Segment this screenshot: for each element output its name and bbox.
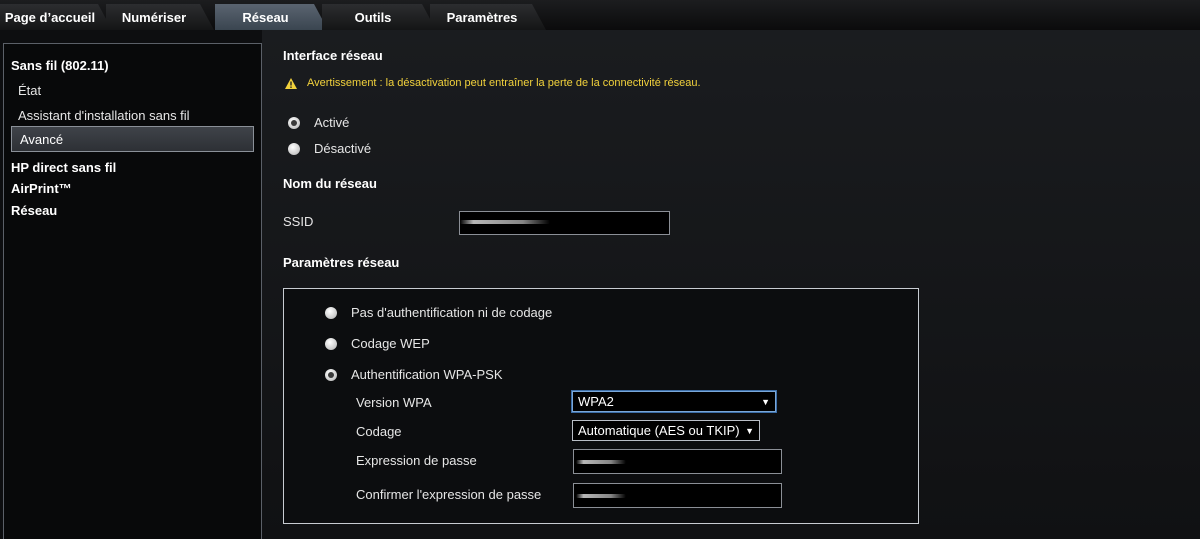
- wpa-version-label: Version WPA: [356, 395, 432, 410]
- radio-enabled-label: Activé: [314, 115, 350, 130]
- wpa-version-select[interactable]: WPA2 ▼: [572, 391, 776, 412]
- radio-no-auth[interactable]: Pas d'authentification ni de codage: [325, 305, 552, 320]
- passphrase-redacted: [576, 460, 626, 464]
- confirm-passphrase-label: Confirmer l'expression de passe: [356, 487, 542, 502]
- network-params-panel: Pas d'authentification ni de codage Coda…: [283, 288, 919, 524]
- radio-enabled[interactable]: Activé: [288, 115, 349, 130]
- passphrase-label: Expression de passe: [356, 453, 477, 468]
- sidebar-item-advanced[interactable]: Avancé: [11, 126, 254, 152]
- sidebar-item-status[interactable]: État: [18, 83, 41, 98]
- interface-title: Interface réseau: [283, 48, 383, 63]
- ssid-redacted: [460, 220, 550, 224]
- passphrase-input[interactable]: [573, 449, 782, 474]
- network-params-title: Paramètres réseau: [283, 255, 400, 270]
- radio-disabled-button[interactable]: [288, 142, 300, 155]
- tab-network[interactable]: Réseau: [215, 4, 328, 30]
- warning-icon: [285, 77, 297, 89]
- sidebar-item-network[interactable]: Réseau: [11, 203, 57, 218]
- tab-settings[interactable]: Paramètres: [430, 4, 546, 30]
- tab-scan[interactable]: Numériser: [106, 4, 214, 30]
- radio-wpa-psk[interactable]: Authentification WPA-PSK: [325, 367, 503, 382]
- radio-wep-button[interactable]: [325, 337, 337, 350]
- chevron-down-icon: ▼: [745, 425, 754, 436]
- radio-no-auth-button[interactable]: [325, 306, 337, 319]
- warning-text: Avertissement : la désactivation peut en…: [307, 77, 701, 89]
- encoding-select[interactable]: Automatique (AES ou TKIP) ▼: [572, 420, 760, 441]
- sidebar-heading-wireless[interactable]: Sans fil (802.11): [11, 58, 109, 73]
- radio-wpa-psk-label: Authentification WPA-PSK: [351, 367, 503, 382]
- confirm-passphrase-input[interactable]: [573, 483, 782, 508]
- radio-wpa-psk-button[interactable]: [325, 368, 337, 381]
- ssid-input[interactable]: [459, 211, 670, 235]
- warning-message: Avertissement : la désactivation peut en…: [285, 77, 701, 89]
- radio-enabled-button[interactable]: [288, 116, 300, 129]
- network-name-title: Nom du réseau: [283, 176, 377, 191]
- encoding-value: Automatique (AES ou TKIP): [578, 423, 740, 438]
- radio-wep[interactable]: Codage WEP: [325, 336, 430, 351]
- tab-home[interactable]: Page d’accueil: [0, 4, 112, 30]
- ssid-label: SSID: [283, 214, 314, 229]
- confirm-passphrase-redacted: [576, 494, 626, 498]
- radio-no-auth-label: Pas d'authentification ni de codage: [351, 305, 553, 320]
- sidebar: Sans fil (802.11) État Assistant d'insta…: [3, 43, 262, 539]
- main-content: Interface réseau Avertissement : la désa…: [262, 30, 1200, 539]
- radio-wep-label: Codage WEP: [351, 336, 430, 351]
- main-tab-bar: Page d’accueil Numériser Réseau Outils P…: [0, 0, 1200, 30]
- radio-disabled-label: Désactivé: [314, 141, 372, 156]
- radio-disabled[interactable]: Désactivé: [288, 141, 371, 156]
- sidebar-item-airprint[interactable]: AirPrint™: [11, 181, 72, 196]
- sidebar-item-wireless-wizard[interactable]: Assistant d'installation sans fil: [18, 108, 190, 123]
- encoding-label: Codage: [356, 424, 402, 439]
- chevron-down-icon: ▼: [761, 396, 770, 407]
- wpa-version-value: WPA2: [578, 394, 614, 409]
- sidebar-item-hp-direct[interactable]: HP direct sans fil: [11, 160, 116, 175]
- tab-tools[interactable]: Outils: [322, 4, 436, 30]
